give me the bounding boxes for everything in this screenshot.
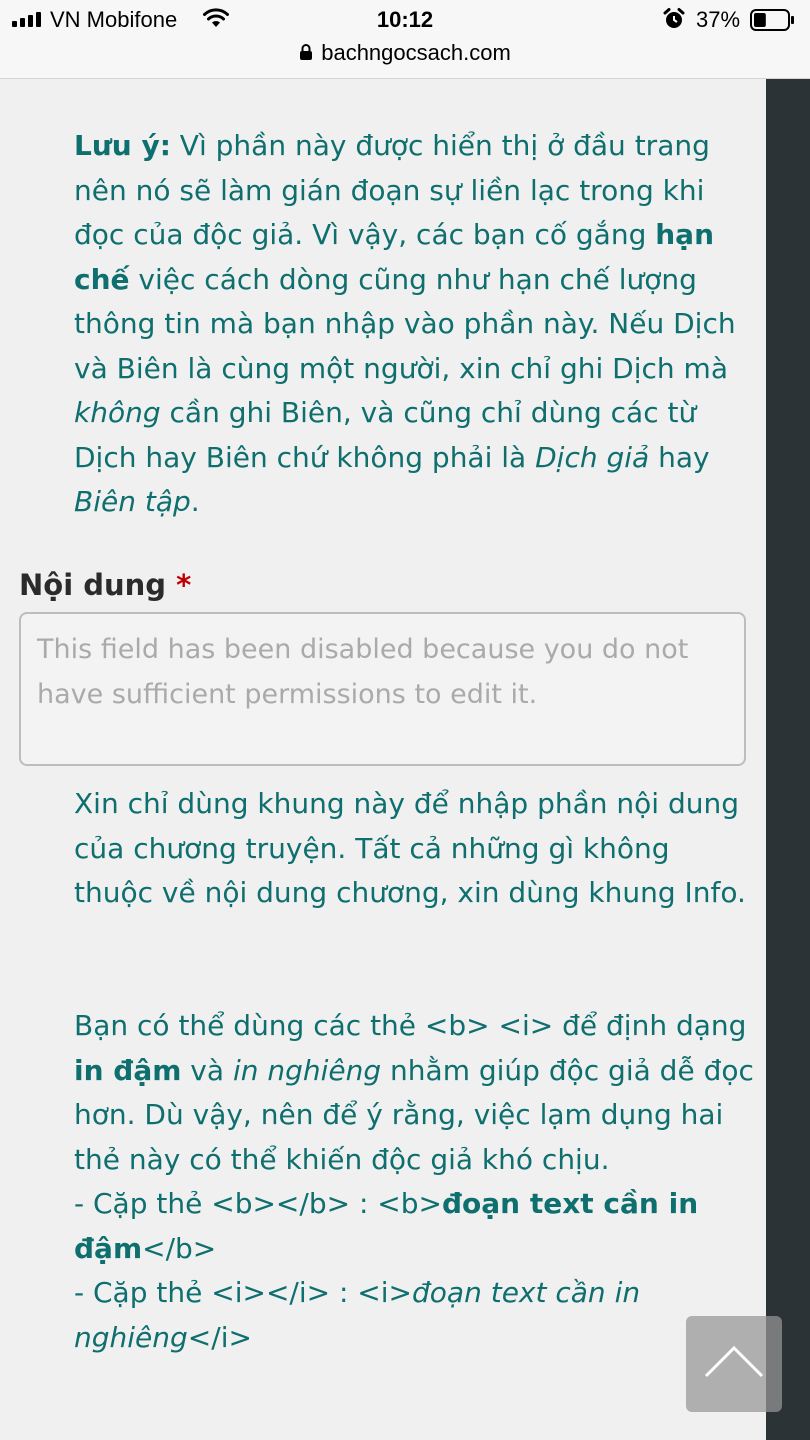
help-bold-example-close: </b> (142, 1231, 217, 1265)
help-text: và (181, 1053, 233, 1087)
url-domain: bachngocsach.com (321, 40, 511, 65)
help-bold-text: in đậm (74, 1053, 182, 1087)
note-italic-text: Biên tập (74, 485, 191, 518)
help-text: Bạn có thể dùng các thẻ <b> <i> để định … (74, 1009, 747, 1042)
battery-percentage: 37% (696, 7, 741, 32)
content-field-label-text: Nội dung (19, 568, 167, 602)
scroll-to-top-button[interactable] (686, 1316, 782, 1412)
clock: 10:12 (376, 7, 434, 32)
help-italic-example: - Cặp thẻ <i></i> : <i> (74, 1276, 413, 1309)
lock-icon (299, 41, 313, 67)
note-text: hay (649, 440, 710, 474)
help-italic-example-close: </i> (187, 1320, 252, 1354)
url-bar[interactable]: bachngocsach.com (0, 40, 810, 79)
note-italic-text: không (74, 396, 161, 429)
note-italic-text: Dịch giả (535, 440, 650, 474)
chevron-up-icon (686, 1345, 782, 1416)
sidebar-rail (766, 79, 810, 1440)
required-marker: * (176, 568, 192, 602)
note-paragraph: Lưu ý: Vì phần này được hiển thị ở đầu t… (74, 124, 754, 525)
help-formatting-paragraph: Bạn có thể dùng các thẻ <b> <i> để định … (74, 1004, 754, 1360)
note-label: Lưu ý: (74, 129, 171, 162)
note-text: . (190, 485, 200, 518)
help-bold-example: - Cặp thẻ <b></b> : <b> (74, 1187, 442, 1220)
note-text: việc cách dòng cũng như hạn chế lượng th… (74, 262, 736, 385)
alarm-clock-icon (662, 7, 686, 37)
content-textarea[interactable] (19, 612, 746, 766)
status-bar: VN Mobifone 10:12 37% (0, 0, 810, 40)
content-field-label: Nội dung * (19, 568, 191, 602)
help-italic-text: in nghiêng (232, 1053, 382, 1087)
help-paragraph: Xin chỉ dùng khung này để nhập phần nội … (74, 787, 746, 909)
battery-icon (750, 9, 794, 31)
